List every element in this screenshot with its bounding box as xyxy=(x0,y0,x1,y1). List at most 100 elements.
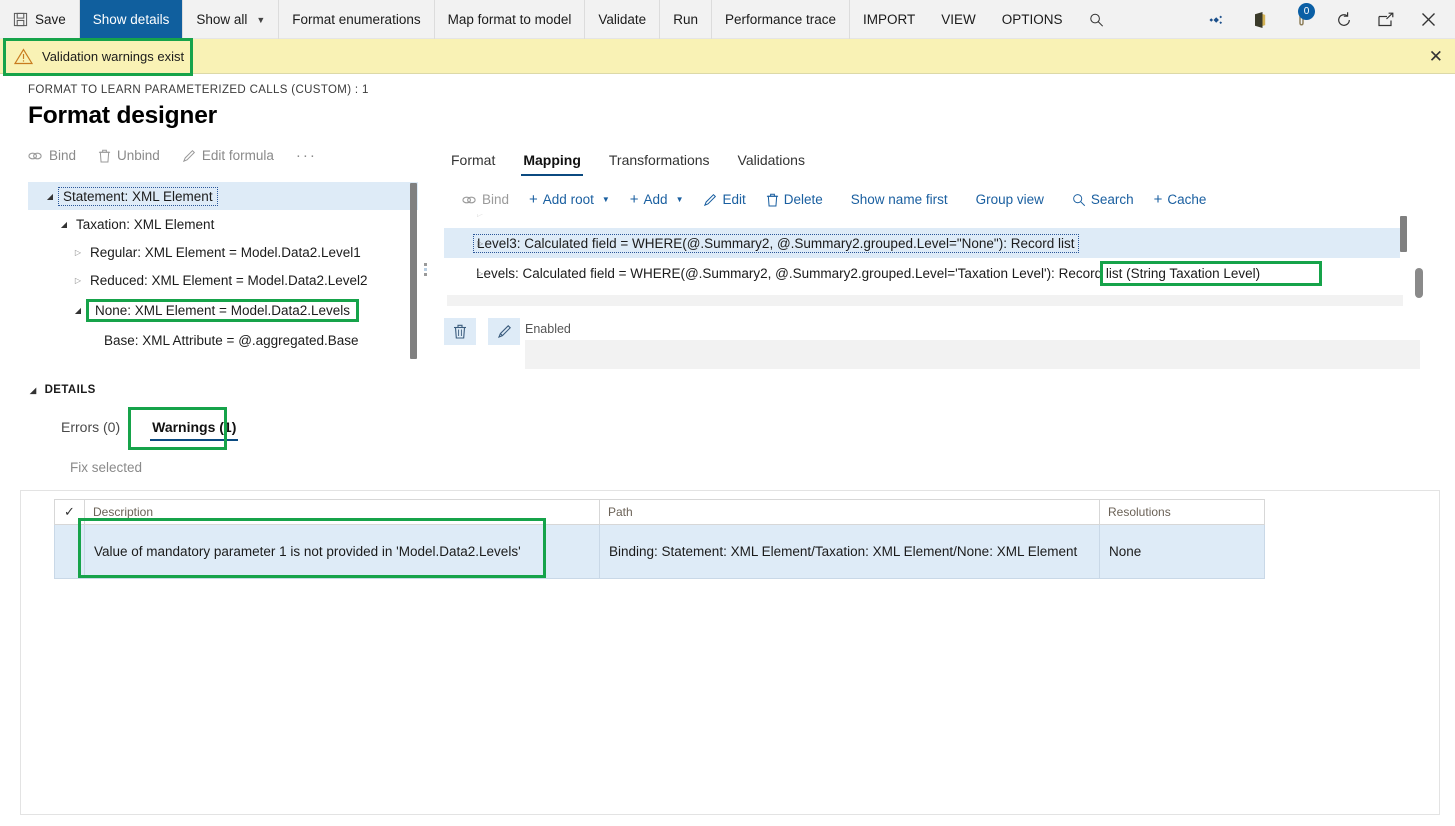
show-details-button[interactable]: Show details xyxy=(79,0,184,39)
performance-trace-button[interactable]: Performance trace xyxy=(712,0,851,39)
map-format-to-model-label: Map format to model xyxy=(447,12,572,27)
validation-warning-banner: Validation warnings exist ✕ xyxy=(0,39,1455,74)
add-root-button[interactable]: + Add root ▼ xyxy=(519,192,620,207)
notifications-icon[interactable]: 0 xyxy=(1281,0,1323,39)
tree-node-label: Statement: XML Element xyxy=(58,186,218,206)
mapping-search-button[interactable]: Search xyxy=(1054,192,1144,207)
search-button[interactable] xyxy=(1076,0,1117,39)
tree-node-regular[interactable]: ▷ Regular: XML Element = Model.Data2.Lev… xyxy=(28,238,418,266)
format-enumerations-button[interactable]: Format enumerations xyxy=(279,0,435,39)
add-root-label: Add root xyxy=(542,192,594,207)
delete-button[interactable]: Delete xyxy=(756,192,833,207)
close-icon[interactable] xyxy=(1407,0,1449,39)
column-header-filler xyxy=(1264,499,1418,525)
mapping-row-level3[interactable]: ▷ Level3: Calculated field = WHERE(@.Sum… xyxy=(444,228,1400,258)
expand-collapse-icon[interactable]: ◢ xyxy=(70,306,86,315)
expand-collapse-icon[interactable]: ▷ xyxy=(477,239,483,248)
validate-button[interactable]: Validate xyxy=(585,0,661,39)
mapping-tree-horizontal-scrollbar[interactable] xyxy=(447,295,1403,306)
panel-splitter-handle[interactable] xyxy=(424,263,427,276)
details-section-label: DETAILS xyxy=(44,384,96,396)
tree-node-label: None: XML Element = Model.Data2.Levels xyxy=(86,298,360,322)
left-tree-scrollbar[interactable] xyxy=(410,183,417,359)
mapping-panel-vertical-scrollbar[interactable] xyxy=(1415,268,1423,298)
details-section-header[interactable]: ◢ DETAILS xyxy=(30,384,96,396)
expand-collapse-icon[interactable]: ▷ xyxy=(477,269,483,278)
warnings-grid: ✓ Description Path Resolutions Value of … xyxy=(54,499,1418,579)
collapse-triangle-icon: ◢ xyxy=(30,385,37,395)
mapping-tree[interactable]: ▷ ▷ Level3: Calculated field = WHERE(@.S… xyxy=(444,214,1400,288)
pencil-icon xyxy=(497,324,512,339)
add-label: Add xyxy=(643,192,668,207)
tree-node-none[interactable]: ◢ None: XML Element = Model.Data2.Levels xyxy=(28,294,418,326)
tab-warnings[interactable]: Warnings (1) xyxy=(136,412,252,443)
column-header-description[interactable]: Description xyxy=(84,499,600,525)
view-menu[interactable]: VIEW xyxy=(928,0,989,39)
save-label: Save xyxy=(35,12,66,27)
import-menu[interactable]: IMPORT xyxy=(850,0,928,39)
options-menu[interactable]: OPTIONS xyxy=(989,0,1076,39)
group-view-button[interactable]: Group view xyxy=(958,192,1054,207)
run-button[interactable]: Run xyxy=(660,0,712,39)
bind-label: Bind xyxy=(49,148,77,163)
format-structure-tree[interactable]: ◢ Statement: XML Element ◢ Taxation: XML… xyxy=(28,182,418,367)
column-header-resolutions[interactable]: Resolutions xyxy=(1099,499,1265,525)
chevron-down-icon: ▼ xyxy=(256,14,266,25)
page-title: Format designer xyxy=(28,102,217,129)
link-icon xyxy=(462,194,477,206)
map-format-to-model-button[interactable]: Map format to model xyxy=(435,0,586,39)
run-label: Run xyxy=(673,12,698,27)
dismiss-warning-banner-button[interactable]: ✕ xyxy=(1429,39,1443,74)
validate-label: Validate xyxy=(598,12,647,27)
tab-transformations[interactable]: Transformations xyxy=(595,146,724,177)
tab-format[interactable]: Format xyxy=(437,146,509,177)
mapping-row-levels[interactable]: ▷ Levels: Calculated field = WHERE(@.Sum… xyxy=(444,258,1400,288)
properties-delete-button[interactable] xyxy=(444,318,476,345)
add-button[interactable]: + Add ▼ xyxy=(620,192,694,207)
validation-warning-content[interactable]: Validation warnings exist xyxy=(0,39,198,74)
table-row[interactable]: Value of mandatory parameter 1 is not pr… xyxy=(54,524,1418,579)
expand-collapse-icon[interactable]: ▷ xyxy=(477,214,483,218)
chevron-down-icon: ▼ xyxy=(601,195,610,204)
details-tabs: Errors (0) Warnings (1) xyxy=(45,412,252,443)
show-all-dropdown[interactable]: Show all ▼ xyxy=(183,0,280,39)
column-header-select-all[interactable]: ✓ xyxy=(54,499,85,525)
tree-node-base[interactable]: ▷ Base: XML Attribute = @.aggregated.Bas… xyxy=(28,326,418,354)
enabled-field-input[interactable] xyxy=(525,340,1420,369)
warning-triangle-icon xyxy=(14,47,33,65)
tab-errors[interactable]: Errors (0) xyxy=(45,412,136,443)
mapping-search-label: Search xyxy=(1090,192,1134,207)
bind-button[interactable]: Bind xyxy=(28,148,88,163)
mapping-row-label: Level3: Calculated field = WHERE(@.Summa… xyxy=(473,233,1079,253)
tree-node-statement[interactable]: ◢ Statement: XML Element xyxy=(28,182,418,210)
tab-mapping[interactable]: Mapping xyxy=(509,146,595,177)
row-checkbox-cell[interactable] xyxy=(54,524,85,579)
popout-icon[interactable] xyxy=(1365,0,1407,39)
mapping-tree-vertical-scrollbar[interactable] xyxy=(1400,216,1407,252)
fix-selected-button[interactable]: Fix selected xyxy=(70,460,142,475)
edit-formula-button[interactable]: Edit formula xyxy=(182,148,286,163)
cache-button[interactable]: + Cache xyxy=(1144,192,1217,207)
page-header: FORMAT TO LEARN PARAMETERIZED CALLS (CUS… xyxy=(28,84,369,130)
tree-node-label: Reduced: XML Element = Model.Data2.Level… xyxy=(90,272,368,288)
properties-edit-button[interactable] xyxy=(488,318,520,345)
column-header-path[interactable]: Path xyxy=(599,499,1100,525)
edit-button[interactable]: Edit xyxy=(693,192,755,207)
expand-collapse-icon[interactable]: ▷ xyxy=(70,276,86,285)
show-name-first-button[interactable]: Show name first xyxy=(833,192,958,207)
unbind-button[interactable]: Unbind xyxy=(98,148,172,163)
expand-collapse-icon[interactable]: ▷ xyxy=(70,248,86,257)
mapping-row-clipped[interactable]: ▷ xyxy=(444,214,1400,228)
expand-collapse-icon[interactable]: ◢ xyxy=(56,220,72,229)
tree-node-reduced[interactable]: ▷ Reduced: XML Element = Model.Data2.Lev… xyxy=(28,266,418,294)
mapping-bind-button[interactable]: Bind xyxy=(452,192,519,207)
save-button[interactable]: Save xyxy=(0,0,80,39)
expand-collapse-icon[interactable]: ◢ xyxy=(42,192,58,201)
more-options-button[interactable]: ··· xyxy=(296,147,317,164)
office-app-launcher-icon[interactable] xyxy=(1239,0,1281,39)
trash-icon xyxy=(453,324,467,339)
dynamics-diamond-icon[interactable] xyxy=(1197,0,1239,39)
refresh-icon[interactable] xyxy=(1323,0,1365,39)
tree-node-taxation[interactable]: ◢ Taxation: XML Element xyxy=(28,210,418,238)
tab-validations[interactable]: Validations xyxy=(724,146,819,177)
